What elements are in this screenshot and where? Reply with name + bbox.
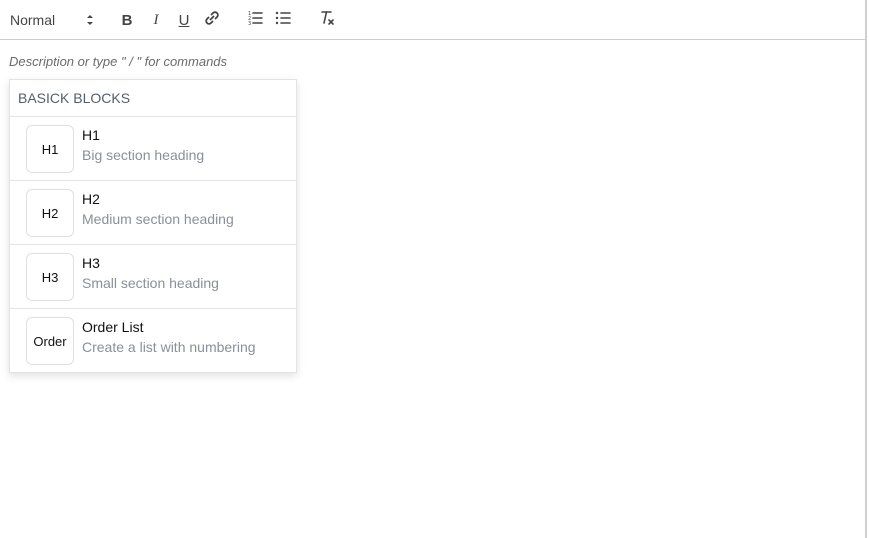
h3-block-icon: H3 [26,253,74,301]
editor-toolbar: Normal B I U 1 2 3 [0,0,867,40]
rich-text-editor: Normal B I U 1 2 3 Description or type "… [0,0,867,538]
clear-format-button[interactable] [317,10,337,30]
header-format-select[interactable]: Normal [10,10,96,30]
bullet-list-button[interactable] [273,10,293,30]
header-format-value: Normal [10,12,56,28]
menu-item-description: Big section heading [82,147,205,163]
menu-item-title: H1 [82,127,100,143]
menu-item-order-list[interactable]: Order Order List Create a list with numb… [10,309,296,373]
menu-item-h3[interactable]: H3 H3 Small section heading [10,245,296,309]
menu-item-title: H3 [82,255,100,271]
ordered-list-icon: 1 2 3 [246,9,264,32]
italic-icon: I [153,11,159,28]
bullet-list-icon [274,9,292,32]
link-button[interactable] [202,10,222,30]
h1-block-icon: H1 [26,125,74,173]
italic-button[interactable]: I [146,10,166,30]
menu-item-h1[interactable]: H1 H1 Big section heading [10,117,296,181]
menu-item-h2[interactable]: H2 H2 Medium section heading [10,181,296,245]
app-frame: Normal B I U 1 2 3 Description or type "… [0,0,869,538]
menu-item-description: Medium section heading [82,211,234,227]
underline-button[interactable]: U [174,10,194,30]
bold-button[interactable]: B [117,10,137,30]
link-icon [203,9,221,32]
bold-icon: B [121,11,133,29]
menu-item-title: Order List [82,319,144,335]
h2-block-icon: H2 [26,189,74,237]
ordered-list-button[interactable]: 1 2 3 [245,10,265,30]
slash-command-menu: BASICK BLOCKS H1 H1 Big section heading … [9,79,297,373]
chevron-updown-icon [86,13,94,30]
menu-section-header: BASICK BLOCKS [10,80,296,117]
clear-format-icon [318,9,336,32]
order-list-block-icon: Order [26,317,74,365]
menu-item-description: Small section heading [82,275,219,291]
underline-icon: U [178,11,190,29]
menu-item-title: H2 [82,191,100,207]
svg-text:3: 3 [248,21,251,27]
editor-placeholder[interactable]: Description or type " / " for commands [9,54,227,69]
menu-item-description: Create a list with numbering [82,339,256,355]
